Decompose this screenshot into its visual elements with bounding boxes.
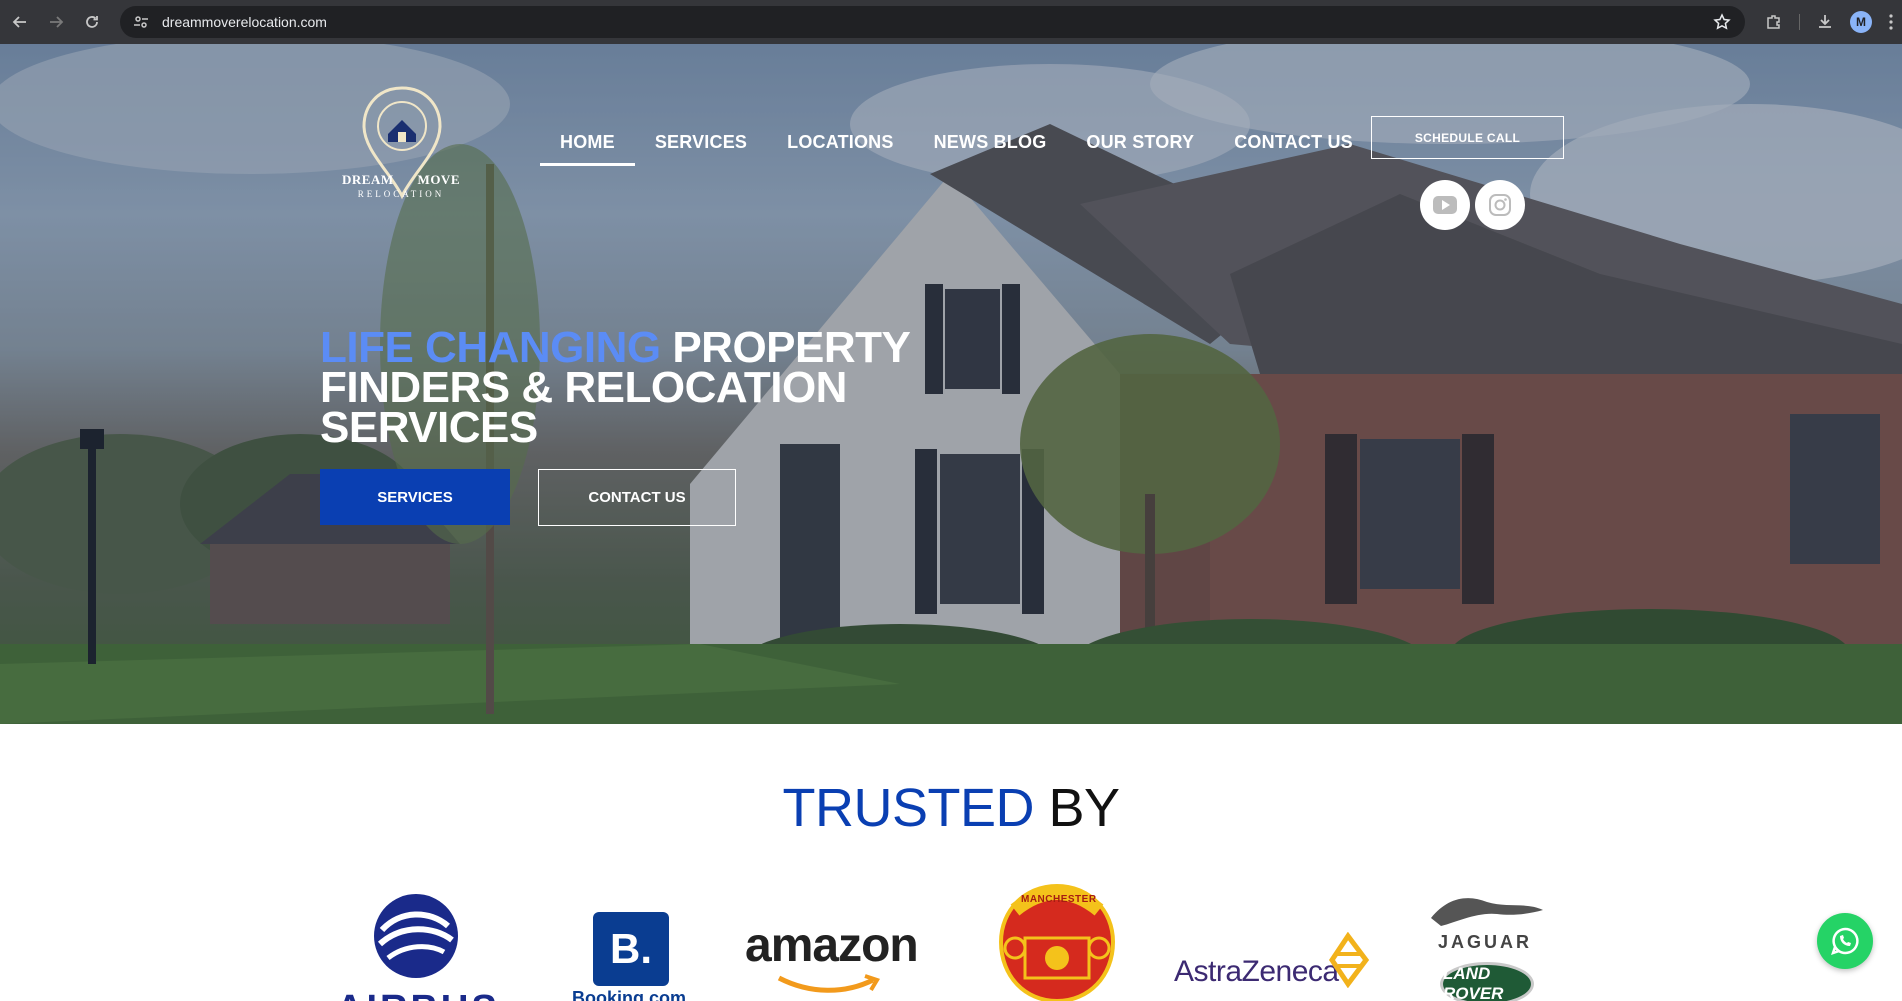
amazon-smile-icon	[777, 974, 880, 993]
url-text[interactable]: dreammoverelocation.com	[162, 14, 327, 30]
airbus-text: AIRBUS	[336, 988, 500, 1001]
jaguar-land-rover-logo: JAGUAR LAND ROVER	[1415, 880, 1555, 1001]
menu-icon[interactable]	[1886, 11, 1896, 33]
by-word: BY	[1033, 778, 1120, 838]
astrazeneca-text: AstraZeneca	[1174, 955, 1339, 988]
hero-section: DREAM MOVE RELOCATION HOME SERVICES LOCA…	[0, 44, 1902, 724]
youtube-icon	[1433, 196, 1457, 214]
browser-actions: M	[1763, 0, 1902, 44]
amazon-logo: amazon	[745, 880, 945, 1001]
nav-news-blog[interactable]: NEWS BLOG	[914, 124, 1067, 160]
whatsapp-button[interactable]	[1817, 913, 1873, 969]
toolbar-divider	[1799, 14, 1800, 30]
astrazeneca-symbol-icon	[1328, 932, 1370, 988]
reload-icon[interactable]	[74, 4, 110, 40]
land-rover-text: LAND ROVER	[1440, 962, 1534, 1001]
trusted-by-heading: TRUSTED BY	[0, 777, 1902, 839]
bookmark-star-icon[interactable]	[1713, 13, 1731, 31]
forward-icon[interactable]	[38, 4, 74, 40]
nav-our-story[interactable]: OUR STORY	[1066, 124, 1214, 160]
site-settings-icon[interactable]	[132, 13, 150, 31]
instagram-button[interactable]	[1475, 180, 1525, 230]
logo-word-move: MOVE	[417, 172, 460, 187]
services-button[interactable]: SERVICES	[320, 469, 510, 525]
hero-headline: LIFE CHANGING PROPERTY FINDERS & RELOCAT…	[320, 326, 960, 452]
manchester-text: MANCHESTER	[1021, 894, 1097, 905]
nav-contact-us[interactable]: CONTACT US	[1214, 124, 1373, 160]
client-logos: AIRBUS B. Booking.com amazon MANCHESTER …	[0, 880, 1902, 1001]
headline-line2: FINDERS & RELOCATION	[320, 363, 847, 412]
jaguar-text: JAGUAR	[1437, 932, 1532, 952]
instagram-icon	[1489, 194, 1511, 216]
whatsapp-icon	[1831, 927, 1859, 955]
nav-services[interactable]: SERVICES	[635, 124, 767, 160]
booking-mark: B.	[593, 912, 669, 986]
download-icon[interactable]	[1814, 11, 1836, 33]
browser-toolbar: dreammoverelocation.com M	[0, 0, 1902, 44]
schedule-call-button[interactable]: SCHEDULE CALL	[1371, 116, 1564, 159]
logo-wordmark: DREAM MOVE	[342, 172, 460, 188]
trusted-word: TRUSTED	[782, 778, 1034, 838]
booking-text: Booking.com	[572, 988, 687, 1001]
main-navigation: HOME SERVICES LOCATIONS NEWS BLOG OUR ST…	[540, 124, 1373, 166]
logo-word-dream: DREAM	[342, 172, 394, 187]
extensions-icon[interactable]	[1763, 11, 1785, 33]
back-icon[interactable]	[2, 4, 38, 40]
amazon-text: amazon	[745, 919, 919, 972]
astrazeneca-logo: AstraZeneca	[1172, 880, 1372, 1001]
nav-locations[interactable]: LOCATIONS	[767, 124, 913, 160]
contact-us-button[interactable]: CONTACT US	[538, 469, 736, 526]
jaguar-leaper-icon	[1431, 898, 1543, 926]
nav-home[interactable]: HOME	[540, 124, 635, 166]
profile-avatar[interactable]: M	[1850, 11, 1872, 33]
address-bar[interactable]: dreammoverelocation.com	[120, 6, 1745, 38]
logo-word-relocation: RELOCATION	[357, 189, 445, 199]
airbus-logo: AIRBUS	[330, 880, 510, 1001]
booking-logo: B. Booking.com	[570, 880, 690, 1001]
headline-line3: SERVICES	[320, 403, 538, 452]
youtube-button[interactable]	[1420, 180, 1470, 230]
manchester-united-logo: MANCHESTER	[985, 880, 1130, 1001]
